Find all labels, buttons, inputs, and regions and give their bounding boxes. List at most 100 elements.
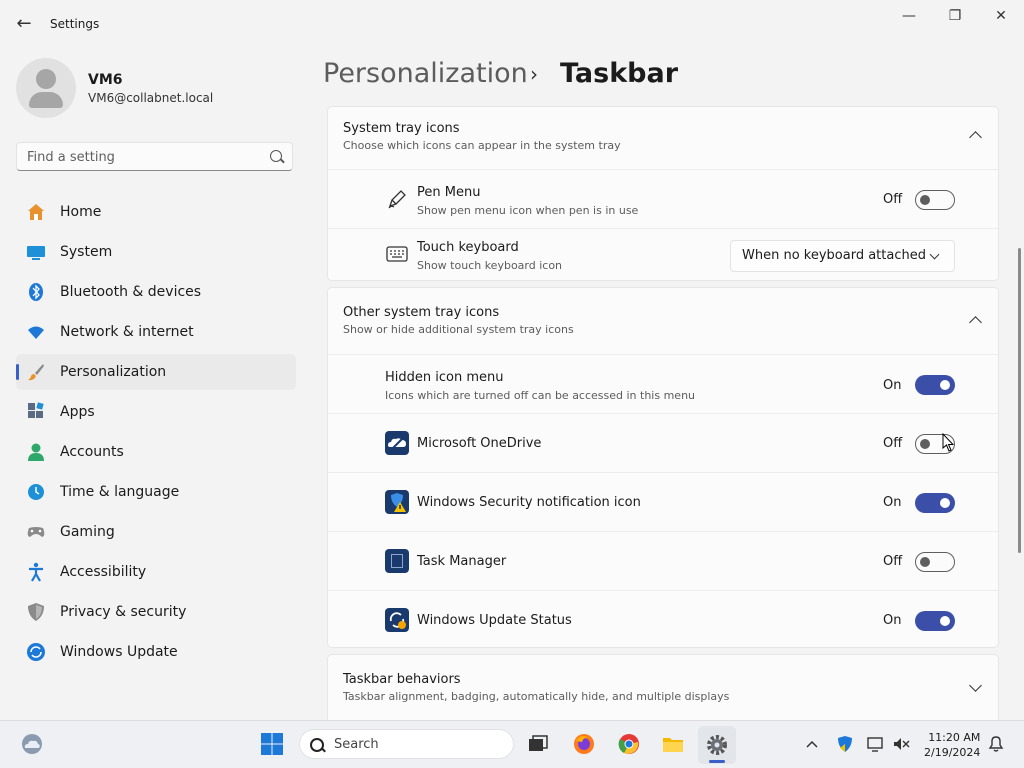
- avatar[interactable]: [16, 58, 76, 118]
- back-button[interactable]: ←: [10, 10, 38, 38]
- sidebar-item-gaming[interactable]: Gaming: [16, 514, 296, 550]
- tray-item-label: Windows Update Status: [417, 613, 572, 628]
- task-manager-icon: [385, 549, 409, 573]
- file-explorer-icon[interactable]: [661, 732, 685, 756]
- tray-item-row: Task Manager Off: [328, 531, 998, 590]
- taskbar-behaviors-card[interactable]: Taskbar behaviors Taskbar alignment, bad…: [327, 654, 999, 724]
- task-manager-toggle[interactable]: [915, 552, 955, 572]
- accounts-icon: [28, 443, 44, 461]
- sidebar-item-network[interactable]: Network & internet: [16, 314, 296, 350]
- other-tray-title: Other system tray icons: [343, 305, 500, 320]
- user-name: VM6: [88, 72, 123, 88]
- brush-icon: [28, 364, 44, 381]
- tray-item-state: On: [883, 495, 902, 510]
- pen-menu-toggle[interactable]: [915, 190, 955, 210]
- chrome-icon[interactable]: [617, 732, 641, 756]
- touch-keyboard-title: Touch keyboard: [417, 240, 519, 255]
- chevron-up-icon[interactable]: [969, 131, 982, 144]
- hidden-icon-menu-subtitle: Icons which are turned off can be access…: [385, 389, 696, 402]
- user-email: VM6@collabnet.local: [88, 91, 214, 105]
- sidebar-item-home[interactable]: Home: [16, 194, 296, 230]
- pen-menu-title: Pen Menu: [417, 185, 481, 200]
- chevron-up-icon[interactable]: [969, 316, 982, 329]
- minimize-button[interactable]: —: [886, 4, 932, 28]
- windows-start-icon[interactable]: [260, 732, 284, 756]
- maximize-button[interactable]: ❐: [932, 4, 978, 28]
- chevron-up-icon[interactable]: [803, 732, 821, 756]
- hidden-icon-menu-state: On: [883, 378, 902, 393]
- search-input[interactable]: [27, 148, 257, 166]
- chevron-down-icon: [929, 249, 940, 260]
- update-icon: [27, 643, 45, 661]
- taskbar-behaviors-title: Taskbar behaviors: [343, 672, 461, 687]
- search-box[interactable]: [16, 142, 293, 171]
- touch-keyboard-subtitle: Show touch keyboard icon: [417, 259, 563, 272]
- hidden-icon-menu-title: Hidden icon menu: [385, 370, 504, 385]
- other-tray-card: Other system tray icons Show or hide add…: [327, 287, 999, 648]
- sidebar-item-apps[interactable]: Apps: [16, 394, 296, 430]
- windows-update-status-toggle[interactable]: [915, 611, 955, 631]
- close-button[interactable]: ✕: [978, 4, 1024, 28]
- shield-icon: [28, 603, 44, 621]
- taskbar-search[interactable]: Search: [299, 729, 514, 759]
- sidebar-item-personalization[interactable]: Personalization: [16, 354, 296, 390]
- tray-item-row: Windows Update Status On: [328, 590, 998, 648]
- touch-keyboard-dropdown[interactable]: When no keyboard attached: [730, 240, 955, 272]
- network-icon[interactable]: [866, 732, 886, 756]
- system-tray-header[interactable]: System tray icons Choose which icons can…: [328, 107, 998, 169]
- settings-gear-icon: [707, 735, 727, 755]
- sidebar-item-time-language[interactable]: Time & language: [16, 474, 296, 510]
- chevron-down-icon[interactable]: [969, 679, 982, 692]
- sidebar-item-windows-update[interactable]: Windows Update: [16, 634, 296, 670]
- onedrive-icon: [385, 431, 409, 455]
- sidebar-item-accounts[interactable]: Accounts: [16, 434, 296, 470]
- clock-date: 2/19/2024: [924, 746, 981, 759]
- hidden-icon-menu-row: Hidden icon menu Icons which are turned …: [328, 354, 998, 413]
- system-tray-card: System tray icons Choose which icons can…: [327, 106, 999, 281]
- bluetooth-icon: [29, 283, 43, 301]
- tray-item-row: Microsoft OneDrive Off: [328, 413, 998, 472]
- gamepad-icon: [27, 527, 45, 537]
- hidden-icon-menu-toggle[interactable]: [915, 375, 955, 395]
- user-icon: [36, 69, 56, 89]
- firefox-icon[interactable]: [572, 732, 596, 756]
- other-tray-header[interactable]: Other system tray icons Show or hide add…: [328, 288, 998, 354]
- accessibility-icon: [29, 562, 43, 582]
- apps-icon: [28, 402, 44, 418]
- title-bar: ← Settings — ❐ ✕: [0, 0, 1024, 48]
- tray-item-label: Windows Security notification icon: [417, 495, 641, 510]
- breadcrumb-separator: ›: [530, 62, 538, 86]
- taskbar-clock[interactable]: 11:20 AM 2/19/2024: [924, 730, 980, 760]
- sidebar-item-system[interactable]: System: [16, 234, 296, 270]
- system-tray-subtitle: Choose which icons can appear in the sys…: [343, 139, 621, 152]
- touch-keyboard-row: Touch keyboard Show touch keyboard icon …: [328, 228, 998, 280]
- app-title: Settings: [50, 17, 100, 31]
- breadcrumb-parent[interactable]: Personalization: [323, 58, 528, 89]
- tray-item-state: On: [883, 613, 902, 628]
- other-tray-subtitle: Show or hide additional system tray icon…: [343, 323, 574, 336]
- sidebar-item-bluetooth[interactable]: Bluetooth & devices: [16, 274, 296, 310]
- tray-item-state: Off: [883, 554, 903, 569]
- system-tray-title: System tray icons: [343, 121, 460, 136]
- tray-item-label: Microsoft OneDrive: [417, 436, 542, 451]
- taskbar-settings-app[interactable]: [698, 726, 736, 764]
- keyboard-icon: [386, 246, 408, 262]
- mouse-cursor-icon: [942, 433, 955, 452]
- task-view-icon[interactable]: [526, 732, 550, 756]
- system-icon: [27, 246, 45, 260]
- weather-icon[interactable]: [20, 732, 44, 756]
- volume-muted-icon[interactable]: [891, 732, 911, 756]
- vertical-scrollbar[interactable]: [1018, 248, 1021, 553]
- notification-bell-icon[interactable]: [986, 732, 1006, 756]
- pen-icon: [388, 190, 406, 209]
- taskbar-behaviors-subtitle: Taskbar alignment, badging, automaticall…: [343, 690, 730, 703]
- windows-security-toggle[interactable]: [915, 493, 955, 513]
- page-title: Taskbar: [560, 58, 679, 89]
- search-icon: [310, 738, 324, 752]
- sidebar-item-privacy-security[interactable]: Privacy & security: [16, 594, 296, 630]
- security-tray-icon[interactable]: [835, 732, 855, 756]
- sidebar-item-accessibility[interactable]: Accessibility: [16, 554, 296, 590]
- wifi-icon: [28, 326, 44, 339]
- search-icon[interactable]: [270, 150, 282, 162]
- sidebar-nav: Home System Bluetooth & devices Network …: [16, 194, 296, 674]
